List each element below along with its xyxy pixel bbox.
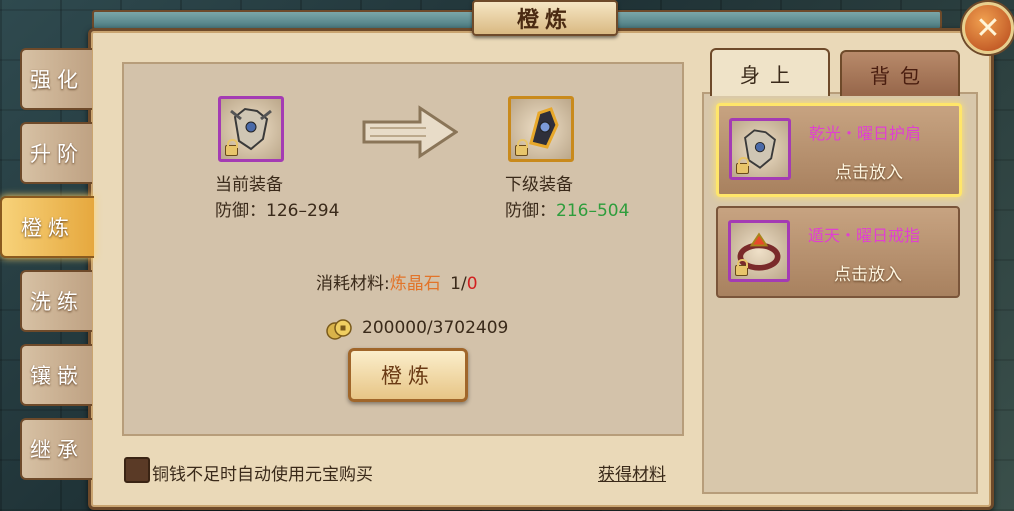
current-defense-label: 防御： — [215, 201, 266, 221]
material-have: 1 — [450, 274, 461, 294]
next-defense-label: 防御： — [505, 201, 556, 221]
tab-inlay[interactable]: 镶嵌 — [20, 344, 92, 406]
lock-icon — [515, 139, 528, 156]
item-slot — [729, 118, 791, 180]
auto-buy-checkbox[interactable] — [124, 457, 150, 483]
get-material-link[interactable]: 获得材料 — [598, 460, 666, 485]
current-defense: 防御：126–294 — [215, 196, 339, 221]
current-equipment-slot[interactable] — [218, 96, 284, 162]
tab-bag[interactable]: 背包 — [840, 50, 960, 96]
current-equipment-label: 当前装备 — [215, 175, 283, 195]
arrow-right-icon — [362, 105, 458, 159]
refine-button[interactable]: 橙炼 — [348, 348, 468, 402]
tab-equipped[interactable]: 身上 — [710, 48, 830, 96]
next-equipment-slot[interactable] — [508, 96, 574, 162]
item-slot — [728, 220, 790, 282]
next-defense: 防御：216–504 — [505, 196, 629, 221]
inventory-item[interactable]: 遁天・曜日戒指 点击放入 — [716, 206, 960, 298]
tab-refine[interactable]: 橙炼 — [0, 196, 94, 258]
item-place-button[interactable]: 点击放入 — [834, 260, 902, 285]
next-defense-value: 216–504 — [556, 201, 630, 221]
material-need: 0 — [466, 274, 478, 294]
next-equipment-label: 下级装备 — [505, 175, 573, 195]
tab-inherit[interactable]: 继承 — [20, 418, 92, 480]
tab-reforge[interactable]: 洗练 — [20, 270, 92, 332]
material-name: 炼晶石 — [389, 274, 441, 294]
item-place-button[interactable]: 点击放入 — [835, 158, 903, 183]
lock-icon — [225, 139, 238, 156]
material-cost: 消耗材料:炼晶石 1/0 — [316, 269, 478, 294]
close-icon[interactable]: ✕ — [962, 2, 1014, 54]
tab-upgrade[interactable]: 升阶 — [20, 122, 92, 184]
material-label: 消耗材料: — [316, 274, 390, 294]
tab-strengthen[interactable]: 强化 — [20, 48, 92, 110]
auto-buy-label: 铜钱不足时自动使用元宝购买 — [152, 465, 373, 485]
copper-coin-icon — [326, 319, 352, 340]
inventory-item[interactable]: 乾光・曜日护肩 点击放入 — [716, 103, 962, 197]
current-defense-value: 126–294 — [266, 201, 340, 221]
lock-icon — [735, 259, 748, 276]
lock-icon — [736, 157, 749, 174]
item-name: 遁天・曜日戒指 — [808, 226, 921, 245]
window-title: 橙炼 — [472, 0, 618, 36]
item-name: 乾光・曜日护肩 — [809, 124, 922, 143]
copper-cost: 200000/3702409 — [362, 318, 509, 338]
